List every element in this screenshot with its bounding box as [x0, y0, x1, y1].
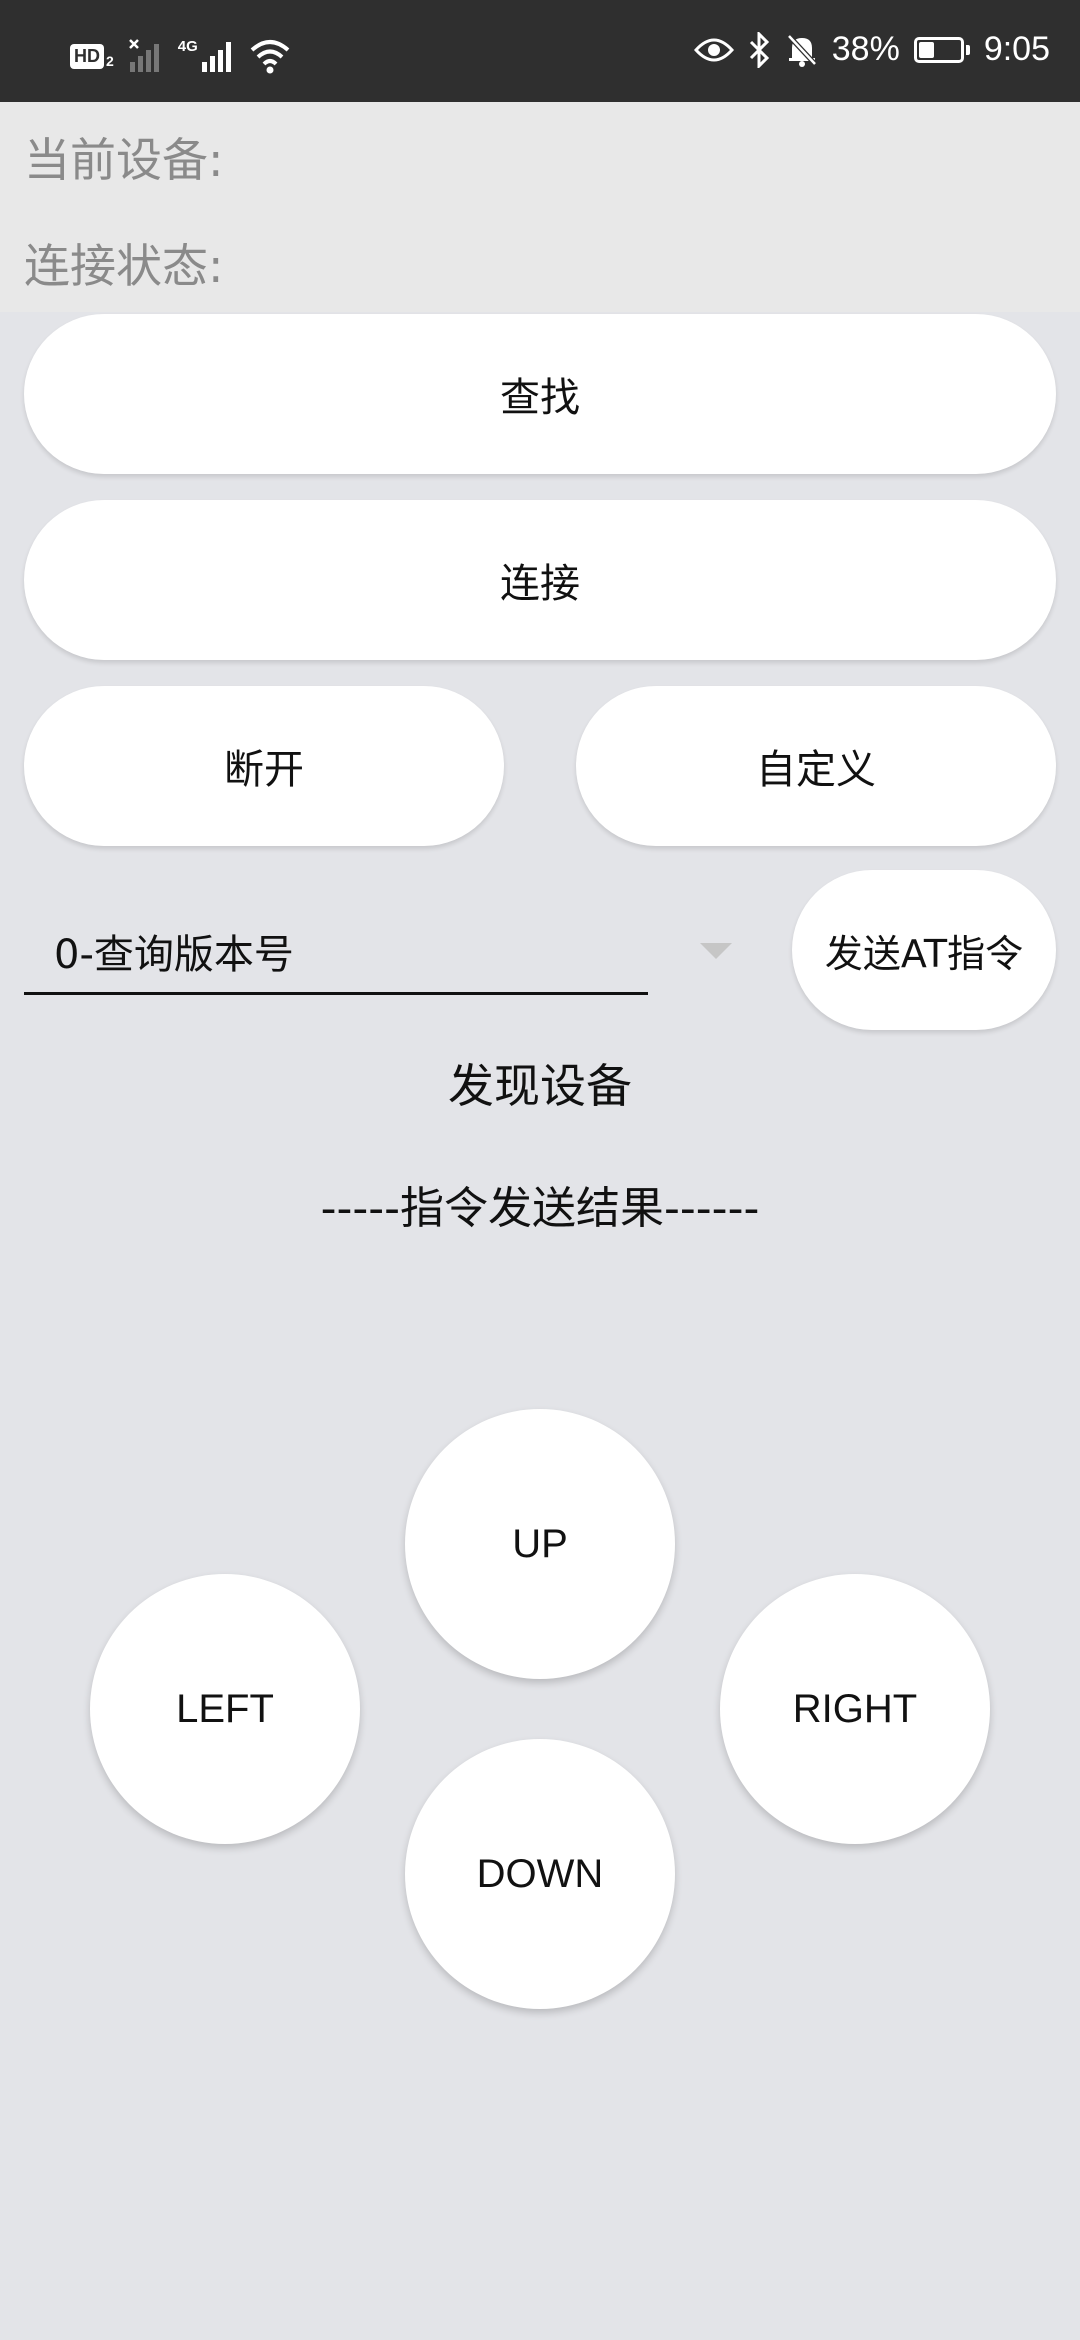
disconnect-button[interactable]: 断开: [24, 686, 504, 846]
battery-level: [918, 41, 934, 58]
device-info-panel: 当前设备: 连接状态:: [0, 102, 1080, 312]
current-device-label: 当前设备:: [24, 133, 224, 187]
battery-icon: [913, 36, 970, 63]
status-bar-right: 38% 9:05: [693, 30, 1050, 69]
send-at-command-button[interactable]: 发送AT指令: [792, 870, 1056, 1030]
dropdown-arrow-icon[interactable]: [700, 943, 732, 959]
command-select-value: 0-查询版本号: [54, 932, 294, 978]
status-bar: HD 2 4G 38% 9:05: [0, 0, 1080, 102]
down-button[interactable]: DOWN: [405, 1739, 675, 2009]
search-button[interactable]: 查找: [24, 314, 1056, 474]
status-bar-left: HD 2 4G: [70, 38, 290, 74]
bluetooth-icon: [748, 31, 772, 68]
connect-button[interactable]: 连接: [24, 500, 1056, 660]
command-result-label: -----指令发送结果------: [320, 1183, 760, 1234]
command-select[interactable]: 0-查询版本号: [24, 900, 648, 995]
signal-4g-icon: 4G: [178, 38, 236, 74]
hd-sub-label: 2: [106, 52, 114, 69]
up-button[interactable]: UP: [405, 1409, 675, 1679]
hd-label: HD: [70, 43, 104, 69]
bell-off-icon: [786, 33, 818, 67]
clock: 9:05: [983, 30, 1050, 68]
discovered-devices-label: 发现设备: [448, 1059, 632, 1113]
hd-icon: HD 2: [70, 43, 114, 69]
custom-button[interactable]: 自定义: [576, 686, 1056, 846]
battery-percent: 38%: [831, 30, 900, 68]
signal-icon: [128, 38, 164, 74]
right-button[interactable]: RIGHT: [720, 1574, 990, 1844]
connection-status-label: 连接状态:: [24, 239, 224, 293]
wifi-icon: [250, 38, 290, 74]
network-type-label: 4G: [177, 38, 198, 55]
left-button[interactable]: LEFT: [90, 1574, 360, 1844]
eye-icon: [693, 36, 734, 64]
